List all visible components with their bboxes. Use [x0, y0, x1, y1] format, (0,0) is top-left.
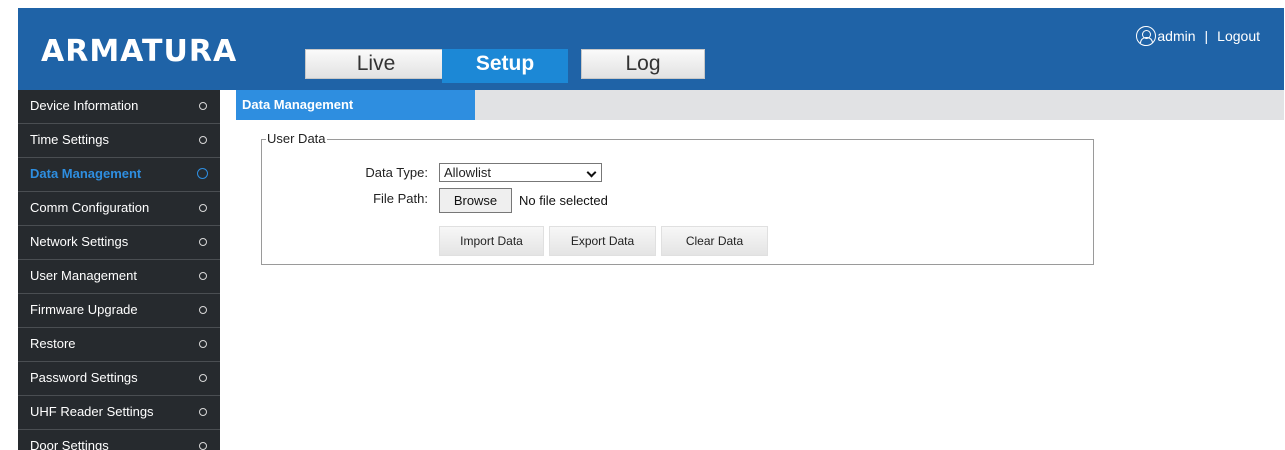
sidebar-item-label: Time Settings — [30, 132, 109, 147]
user-box: admin | Logout — [1136, 26, 1260, 46]
clear-data-button[interactable]: Clear Data — [661, 226, 768, 256]
circle-icon — [199, 442, 207, 450]
circle-icon — [199, 272, 207, 280]
sidebar-item-label: Restore — [30, 336, 76, 351]
sidebar-item-restore[interactable]: Restore — [18, 328, 220, 362]
tab-setup[interactable]: Setup — [442, 49, 568, 79]
sidebar-item-data-management[interactable]: Data Management — [18, 158, 220, 192]
top-header: ARMATURA Live Setup Log admin | Logout — [18, 8, 1284, 90]
circle-icon — [199, 136, 207, 144]
circle-icon — [199, 306, 207, 314]
sidebar-item-device-information[interactable]: Device Information — [18, 90, 220, 124]
sidebar-item-label: Network Settings — [30, 234, 129, 249]
sidebar-item-label: User Management — [30, 268, 137, 283]
page: ARMATURA Live Setup Log admin | Logout D… — [0, 0, 1285, 450]
sidebar-item-label: UHF Reader Settings — [30, 404, 154, 419]
sidebar-item-label: Door Settings — [30, 438, 109, 450]
sidebar-item-firmware-upgrade[interactable]: Firmware Upgrade — [18, 294, 220, 328]
content-title-bar: Data Management — [236, 90, 1284, 120]
username: admin — [1157, 28, 1196, 44]
sidebar-item-user-management[interactable]: User Management — [18, 260, 220, 294]
sidebar-item-uhf-reader-settings[interactable]: UHF Reader Settings — [18, 396, 220, 430]
user-icon — [1136, 26, 1157, 46]
sidebar-item-time-settings[interactable]: Time Settings — [18, 124, 220, 158]
armatura-logo: ARMATURA — [41, 34, 238, 69]
data-type-value: Allowlist — [444, 165, 491, 180]
circle-icon — [199, 408, 207, 416]
sidebar-item-password-settings[interactable]: Password Settings — [18, 362, 220, 396]
sidebar-item-door-settings[interactable]: Door Settings — [18, 430, 220, 450]
tab-live[interactable]: Live — [305, 49, 447, 79]
sidebar-item-comm-configuration[interactable]: Comm Configuration — [18, 192, 220, 226]
chevron-down-icon — [586, 167, 597, 178]
data-type-label: Data Type: — [365, 165, 428, 180]
import-data-button[interactable]: Import Data — [439, 226, 544, 256]
active-tab-indicator — [442, 79, 568, 83]
page-title: Data Management — [236, 90, 475, 120]
circle-icon — [197, 168, 208, 179]
file-status: No file selected — [519, 193, 608, 208]
browse-button[interactable]: Browse — [439, 188, 512, 213]
sidebar-item-label: Password Settings — [30, 370, 138, 385]
circle-icon — [199, 102, 207, 110]
file-path-label: File Path: — [373, 191, 428, 206]
sidebar-item-label: Device Information — [30, 98, 139, 113]
sidebar-item-label: Data Management — [30, 166, 142, 181]
user-separator: | — [1204, 28, 1209, 44]
user-data-fieldset: User Data Data Type: Allowlist File Path… — [261, 131, 1094, 265]
circle-icon — [199, 238, 207, 246]
sidebar-item-network-settings[interactable]: Network Settings — [18, 226, 220, 260]
export-data-button[interactable]: Export Data — [549, 226, 656, 256]
data-type-select[interactable]: Allowlist — [439, 163, 602, 182]
circle-icon — [199, 374, 207, 382]
fieldset-legend: User Data — [266, 131, 327, 146]
sidebar-menu: Device Information Time Settings Data Ma… — [18, 90, 220, 450]
circle-icon — [199, 340, 207, 348]
tab-log[interactable]: Log — [581, 49, 705, 79]
circle-icon — [199, 204, 207, 212]
logout-link[interactable]: Logout — [1217, 28, 1260, 44]
sidebar-item-label: Firmware Upgrade — [30, 302, 138, 317]
sidebar-item-label: Comm Configuration — [30, 200, 150, 215]
